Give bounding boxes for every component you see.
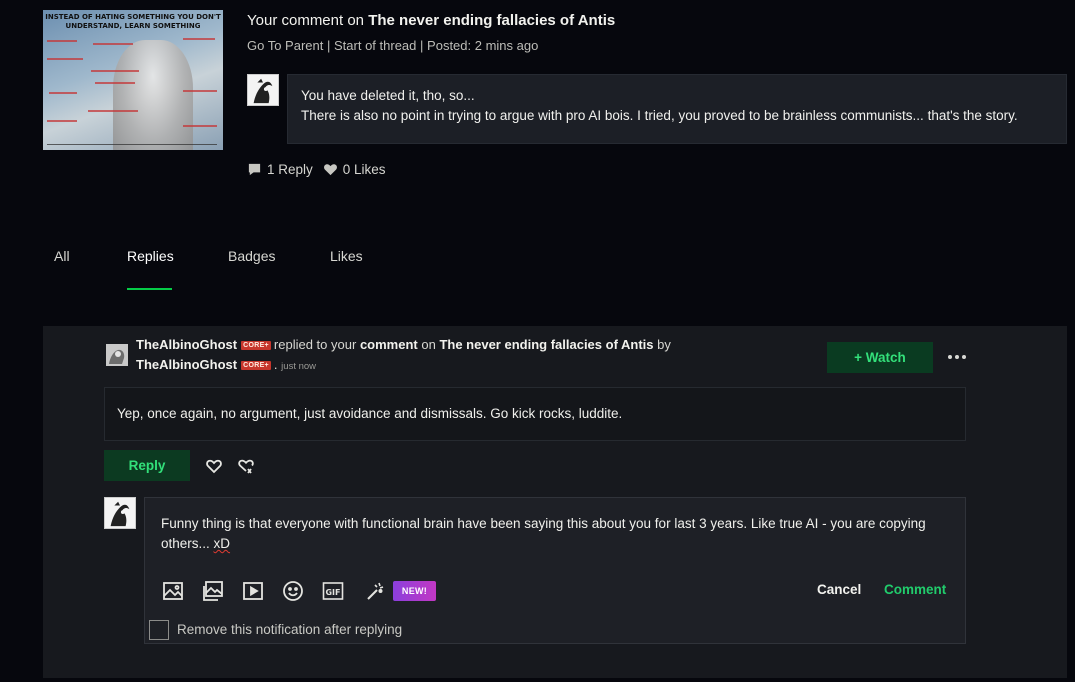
tab-replies[interactable]: Replies	[127, 248, 174, 290]
comment-heading: Your comment on The never ending fallaci…	[247, 12, 615, 29]
magic-wand-icon[interactable]	[364, 580, 386, 602]
deviation-title-link[interactable]: The never ending fallacies of Antis	[439, 337, 653, 352]
dot-text: .	[273, 357, 278, 372]
separator: |	[420, 38, 424, 53]
image-icon[interactable]	[162, 580, 184, 602]
posted-time: Posted: 2 mins ago	[427, 38, 539, 53]
replies-count-label: 1 Reply	[267, 162, 313, 177]
gallery-icon[interactable]	[202, 580, 224, 602]
comment-submit-button[interactable]: Comment	[884, 582, 946, 597]
likes-count-label: 0 Likes	[342, 162, 386, 177]
thumbnail-decor	[183, 125, 217, 127]
avatar-drawing	[105, 498, 135, 528]
comment-heading-prefix: Your comment	[247, 12, 344, 29]
on-text: on	[421, 337, 436, 352]
core-badge: CORE+	[241, 361, 271, 370]
comment-icon	[248, 163, 261, 176]
quoted-comment-line1: You have deleted it, tho, so...	[301, 88, 475, 103]
svg-text:GIF: GIF	[325, 588, 340, 597]
notification-text-line2: TheAlbinoGhost CORE+. just now	[136, 357, 316, 372]
notification-text-line1: TheAlbinoGhost CORE+ replied to your comme…	[136, 337, 671, 352]
new-badge: NEW!	[393, 581, 436, 601]
replied-text: replied to your	[273, 337, 357, 352]
deviation-thumbnail[interactable]: INSTEAD OF HATING SOMETHING YOU DON'T UN…	[43, 10, 223, 150]
comment-link[interactable]: comment	[360, 337, 418, 352]
remove-notification-label: Remove this notification after replying	[177, 622, 403, 637]
thumbnail-decor	[91, 70, 139, 72]
gif-icon[interactable]: GIF	[322, 580, 344, 602]
thumbnail-decor	[47, 40, 77, 42]
reply-message: Yep, once again, no argument, just avoid…	[104, 387, 966, 441]
compose-avatar[interactable]	[104, 497, 136, 529]
start-of-thread-link[interactable]: Start of thread	[334, 38, 416, 53]
tab-bar: All Replies Badges Likes	[0, 248, 1075, 290]
remove-notification-checkbox[interactable]	[149, 620, 169, 640]
watch-button[interactable]: + Watch	[827, 342, 933, 373]
avatar-drawing	[248, 75, 278, 105]
user-avatar[interactable]	[247, 74, 279, 106]
compose-text-misspelled: xD	[213, 536, 231, 551]
go-to-parent-link[interactable]: Go To Parent	[247, 38, 323, 53]
thumbnail-decor	[183, 38, 215, 40]
heart-icon	[323, 164, 337, 176]
reply-button[interactable]: Reply	[104, 450, 190, 481]
thumbnail-decor	[47, 120, 77, 122]
separator: |	[327, 38, 331, 53]
thread-links: Go To Parent | Start of thread | Posted:…	[247, 38, 538, 53]
comment-heading-on: on	[347, 12, 365, 29]
more-options-icon[interactable]	[944, 346, 970, 368]
replies-count[interactable]: 1 Reply	[247, 162, 313, 177]
thumbnail-decor	[183, 90, 217, 92]
cancel-button[interactable]: Cancel	[817, 582, 861, 597]
likes-count[interactable]: 0 Likes	[323, 162, 386, 177]
thumbnail-caption-line2: UNDERSTAND, LEARN SOMETHING	[65, 22, 201, 30]
deviation-title-link[interactable]: The never ending fallacies of Antis	[368, 12, 615, 29]
emoji-icon[interactable]	[282, 580, 304, 602]
thumbnail-decor	[88, 110, 138, 112]
tab-badges[interactable]: Badges	[228, 248, 275, 290]
core-badge: CORE+	[241, 341, 271, 350]
replier-avatar[interactable]	[106, 344, 128, 366]
dislike-icon[interactable]	[237, 457, 255, 475]
thumbnail-caption-line1: INSTEAD OF HATING SOMETHING YOU DON'T	[45, 13, 221, 21]
author-username[interactable]: TheAlbinoGhost	[136, 357, 237, 372]
like-outline-icon[interactable]	[205, 457, 223, 475]
avatar-drawing	[106, 344, 128, 366]
compose-text-main: Funny thing is that everyone with functi…	[161, 516, 926, 551]
video-icon[interactable]	[242, 580, 264, 602]
notification-timestamp: just now	[281, 361, 317, 372]
thumbnail-decor	[95, 82, 135, 84]
tab-likes[interactable]: Likes	[330, 248, 363, 290]
statue-illustration	[113, 40, 193, 150]
by-text: by	[657, 337, 671, 352]
comment-stats: 1 Reply 0 Likes	[247, 162, 386, 177]
thumbnail-decor	[47, 144, 217, 145]
thumbnail-decor	[93, 43, 133, 45]
quoted-comment-line2: There is also no point in trying to argu…	[301, 108, 1018, 123]
thumbnail-decor	[47, 58, 83, 60]
quoted-comment: You have deleted it, tho, so... There is…	[287, 74, 1067, 144]
tab-all[interactable]: All	[54, 248, 70, 290]
replier-username[interactable]: TheAlbinoGhost	[136, 337, 237, 352]
thumbnail-decor	[49, 92, 77, 94]
compose-textarea[interactable]: Funny thing is that everyone with functi…	[161, 514, 941, 554]
